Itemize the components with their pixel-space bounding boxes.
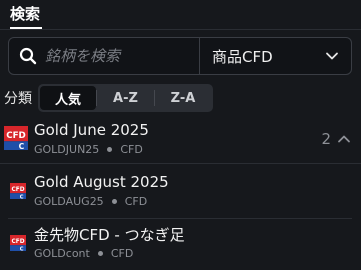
search-panel: 検索 商品CFD 分類 人気 A-Z Z-A xyxy=(0,0,361,270)
separator-dot xyxy=(107,147,113,152)
separator-dot xyxy=(97,251,103,256)
sort-row: 分類 人気 A-Z Z-A xyxy=(4,84,213,112)
svg-text:CFD: CFD xyxy=(11,187,24,193)
item-type: CFD xyxy=(124,195,148,208)
item-code: GOLDAUG25 xyxy=(34,195,104,208)
svg-text:C: C xyxy=(20,194,24,199)
cfd-icon: CFD C xyxy=(10,183,26,199)
item-meta: GOLDAUG25 CFD xyxy=(34,195,147,208)
chevron-up-icon[interactable] xyxy=(337,132,351,146)
list-item[interactable]: CFD C Gold June 2025 GOLDJUN25 CFD 2 xyxy=(0,118,361,164)
tab-active-indicator xyxy=(10,27,42,29)
tab-bar: 検索 xyxy=(0,0,361,30)
item-type: CFD xyxy=(120,143,143,156)
category-select[interactable]: 商品CFD xyxy=(200,38,351,74)
svg-text:CFD: CFD xyxy=(11,239,24,245)
cfd-icon: CFD C xyxy=(10,235,26,251)
item-title: Gold August 2025 xyxy=(34,173,169,191)
sort-toggle-group: 人気 A-Z Z-A xyxy=(38,84,213,112)
group-count: 2 xyxy=(321,130,331,148)
item-meta: GOLDcont CFD xyxy=(34,247,133,260)
item-title: 金先物CFD - つなぎ足 xyxy=(34,226,185,244)
item-meta: GOLDJUN25 CFD xyxy=(34,143,143,156)
sort-az-button[interactable]: A-Z xyxy=(97,86,154,110)
search-icon xyxy=(19,47,37,65)
item-code: GOLDJUN25 xyxy=(34,143,100,156)
svg-text:C: C xyxy=(20,246,24,251)
item-type: CFD xyxy=(110,247,134,260)
search-bar: 商品CFD xyxy=(8,37,352,75)
item-code: GOLDcont xyxy=(34,247,90,260)
svg-text:C: C xyxy=(19,142,25,150)
list-item[interactable]: CFD C Gold August 2025 GOLDAUG25 CFD xyxy=(0,164,361,218)
item-title: Gold June 2025 xyxy=(34,121,149,139)
sort-label: 分類 xyxy=(4,91,32,107)
search-field[interactable] xyxy=(9,38,200,74)
sort-za-button[interactable]: Z-A xyxy=(155,86,211,110)
separator-dot xyxy=(111,199,117,204)
sort-popular-button[interactable]: 人気 xyxy=(40,86,96,110)
chevron-down-icon xyxy=(326,52,338,60)
list-item[interactable]: CFD C 金先物CFD - つなぎ足 GOLDcont CFD xyxy=(0,219,361,270)
search-input[interactable] xyxy=(45,47,195,65)
cfd-icon: CFD C xyxy=(4,126,28,150)
tab-search[interactable]: 検索 xyxy=(10,3,40,24)
svg-text:CFD: CFD xyxy=(6,131,26,141)
category-selected-label: 商品CFD xyxy=(212,47,273,66)
